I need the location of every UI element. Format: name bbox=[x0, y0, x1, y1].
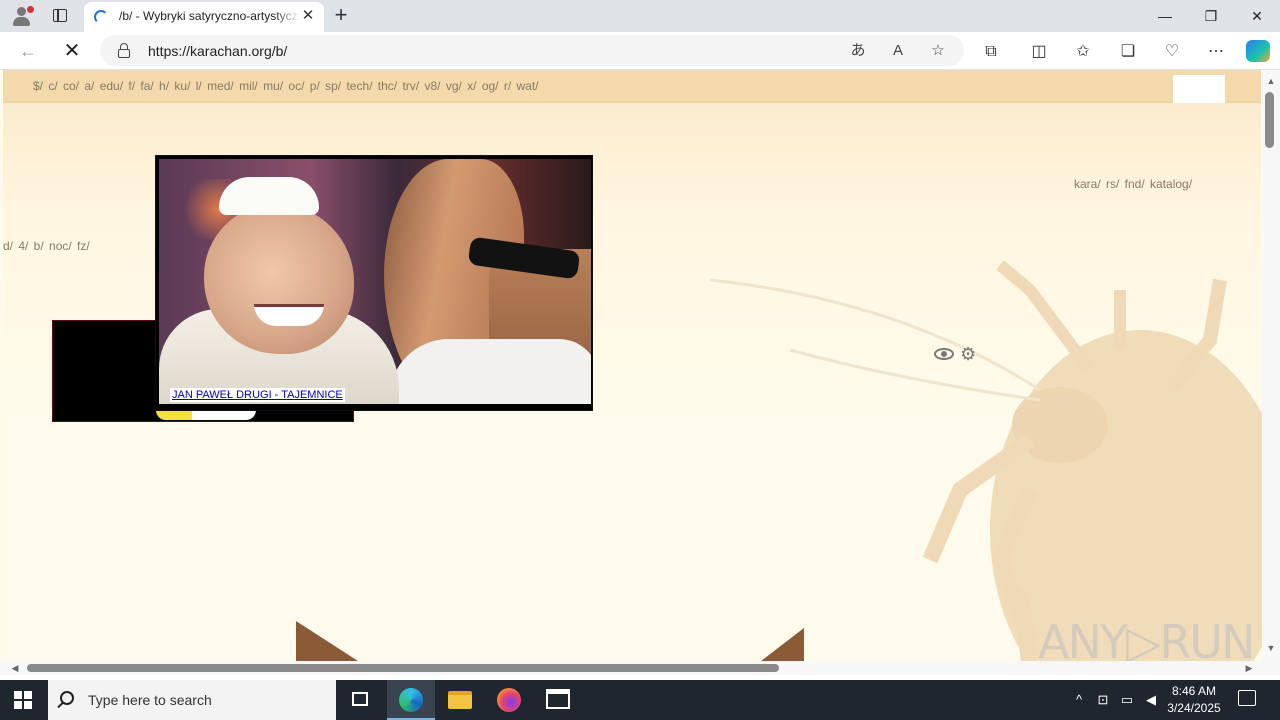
system-clock[interactable]: 8:46 AM 3/24/2025 bbox=[1162, 683, 1226, 717]
extensions-icon[interactable]: ⧉ bbox=[980, 41, 1002, 63]
stop-icon[interactable]: ✕ bbox=[60, 40, 84, 62]
board-navigation: $/ c/ co/ a/ edu/ f/ fa/ h/ ku/ l/ med/ … bbox=[3, 70, 1261, 103]
edge-taskbar-button[interactable] bbox=[387, 680, 435, 720]
page-viewport: $/ c/ co/ a/ edu/ f/ fa/ h/ ku/ l/ med/ … bbox=[0, 70, 1262, 661]
minimize-button[interactable]: — bbox=[1142, 0, 1188, 32]
scroll-down-icon[interactable]: ▼ bbox=[1265, 643, 1277, 653]
secondary-board-links[interactable]: kara/ rs/ fnd/ katalog/ bbox=[1074, 177, 1192, 191]
taskbar: Type here to search ^ ⊡ ▭ ◀ 8:46 AM 3/24… bbox=[0, 680, 1280, 720]
split-screen-icon[interactable]: ◫ bbox=[1028, 41, 1050, 63]
address-toolbar: ← ✕ https://karachan.org/b/ あ A ☆ ⧉ ◫ ✩ … bbox=[0, 32, 1280, 70]
more-icon[interactable]: ⋯ bbox=[1205, 41, 1227, 63]
firefox-icon bbox=[497, 688, 521, 712]
nav-search-box[interactable] bbox=[1173, 75, 1225, 103]
start-button[interactable] bbox=[14, 691, 32, 709]
back-icon[interactable]: ← bbox=[16, 40, 40, 62]
close-window-button[interactable]: ✕ bbox=[1234, 0, 1280, 32]
tab-bar: /b/ - Wybryki satyryczno-artystyczne ✕ +… bbox=[0, 0, 1280, 32]
network-icon[interactable]: ▭ bbox=[1118, 692, 1136, 708]
tab-active[interactable]: /b/ - Wybryki satyryczno-artystyczne ✕ bbox=[84, 2, 324, 32]
vertical-scrollbar[interactable]: ▲ ▼ bbox=[1262, 70, 1280, 661]
taskbar-search[interactable]: Type here to search bbox=[48, 680, 336, 720]
tab-title: /b/ - Wybryki satyryczno-artystyczne bbox=[119, 9, 299, 23]
eye-icon[interactable] bbox=[934, 348, 954, 360]
read-aloud-icon[interactable]: A bbox=[888, 41, 908, 61]
horizontal-scrollbar[interactable]: ◀ ▶ bbox=[0, 661, 1262, 675]
collections-icon[interactable]: ❏ bbox=[1117, 41, 1139, 63]
search-icon bbox=[60, 691, 74, 705]
ad-photo[interactable] bbox=[159, 159, 591, 404]
decorative-triangle-left bbox=[296, 621, 358, 661]
notification-icon[interactable] bbox=[1238, 690, 1256, 706]
device-icon[interactable]: ⊡ bbox=[1094, 692, 1112, 708]
scroll-left-icon[interactable]: ◀ bbox=[10, 662, 20, 674]
clock-date: 3/24/2025 bbox=[1167, 701, 1221, 715]
loading-icon bbox=[94, 10, 108, 24]
board-links[interactable]: $/ c/ co/ a/ edu/ f/ fa/ h/ ku/ l/ med/ … bbox=[33, 79, 539, 93]
horizontal-scroll-thumb[interactable] bbox=[27, 664, 779, 672]
clock-time: 8:46 AM bbox=[1171, 684, 1217, 698]
firefox-button[interactable] bbox=[485, 680, 533, 720]
app-window-button[interactable] bbox=[534, 680, 582, 720]
profile-icon[interactable] bbox=[8, 4, 36, 28]
vertical-scroll-thumb[interactable] bbox=[1265, 92, 1274, 148]
favorite-icon[interactable]: ☆ bbox=[928, 41, 948, 61]
file-explorer-button[interactable] bbox=[436, 680, 484, 720]
ad-caption-link[interactable]: JAN PAWEŁ DRUGI - TAJEMNICE bbox=[170, 388, 345, 402]
edge-icon bbox=[399, 688, 423, 712]
scroll-right-icon[interactable]: ▶ bbox=[1244, 662, 1254, 674]
favorites-icon[interactable]: ✩ bbox=[1072, 41, 1094, 63]
restore-button[interactable]: ❐ bbox=[1188, 0, 1234, 32]
scroll-up-icon[interactable]: ▲ bbox=[1265, 76, 1277, 86]
cockroach-background-image bbox=[709, 260, 1262, 661]
gear-icon[interactable]: ⚙ bbox=[960, 344, 976, 364]
address-bar[interactable]: https://karachan.org/b/ あ A ☆ bbox=[100, 35, 964, 66]
copilot-icon[interactable] bbox=[1246, 40, 1270, 62]
scrollbar-corner bbox=[1262, 661, 1280, 675]
extra-board-links[interactable]: d/ 4/ b/ noc/ fz/ bbox=[3, 239, 90, 253]
window-icon bbox=[546, 689, 570, 709]
decorative-triangle-right bbox=[752, 628, 804, 661]
tab-actions-icon[interactable] bbox=[50, 6, 70, 26]
close-tab-icon[interactable]: ✕ bbox=[300, 8, 316, 24]
new-tab-icon[interactable]: + bbox=[330, 4, 352, 26]
taskbar-search-placeholder[interactable]: Type here to search bbox=[88, 692, 212, 708]
task-view-icon bbox=[352, 692, 368, 706]
anyrun-watermark: ANY▷RUN bbox=[1038, 615, 1255, 661]
task-view-button[interactable] bbox=[336, 680, 384, 720]
ad-popup[interactable]: JAN PAWEŁ DRUGI - TAJEMNICE bbox=[155, 155, 593, 411]
volume-icon[interactable]: ◀ bbox=[1142, 692, 1160, 708]
chevron-up-icon[interactable]: ^ bbox=[1070, 692, 1088, 707]
lock-icon[interactable] bbox=[118, 43, 130, 58]
folder-icon bbox=[448, 691, 472, 709]
browser-essentials-icon[interactable]: ♡ bbox=[1161, 41, 1183, 63]
url-text[interactable]: https://karachan.org/b/ bbox=[148, 43, 287, 59]
translate-icon[interactable]: あ bbox=[848, 41, 868, 61]
